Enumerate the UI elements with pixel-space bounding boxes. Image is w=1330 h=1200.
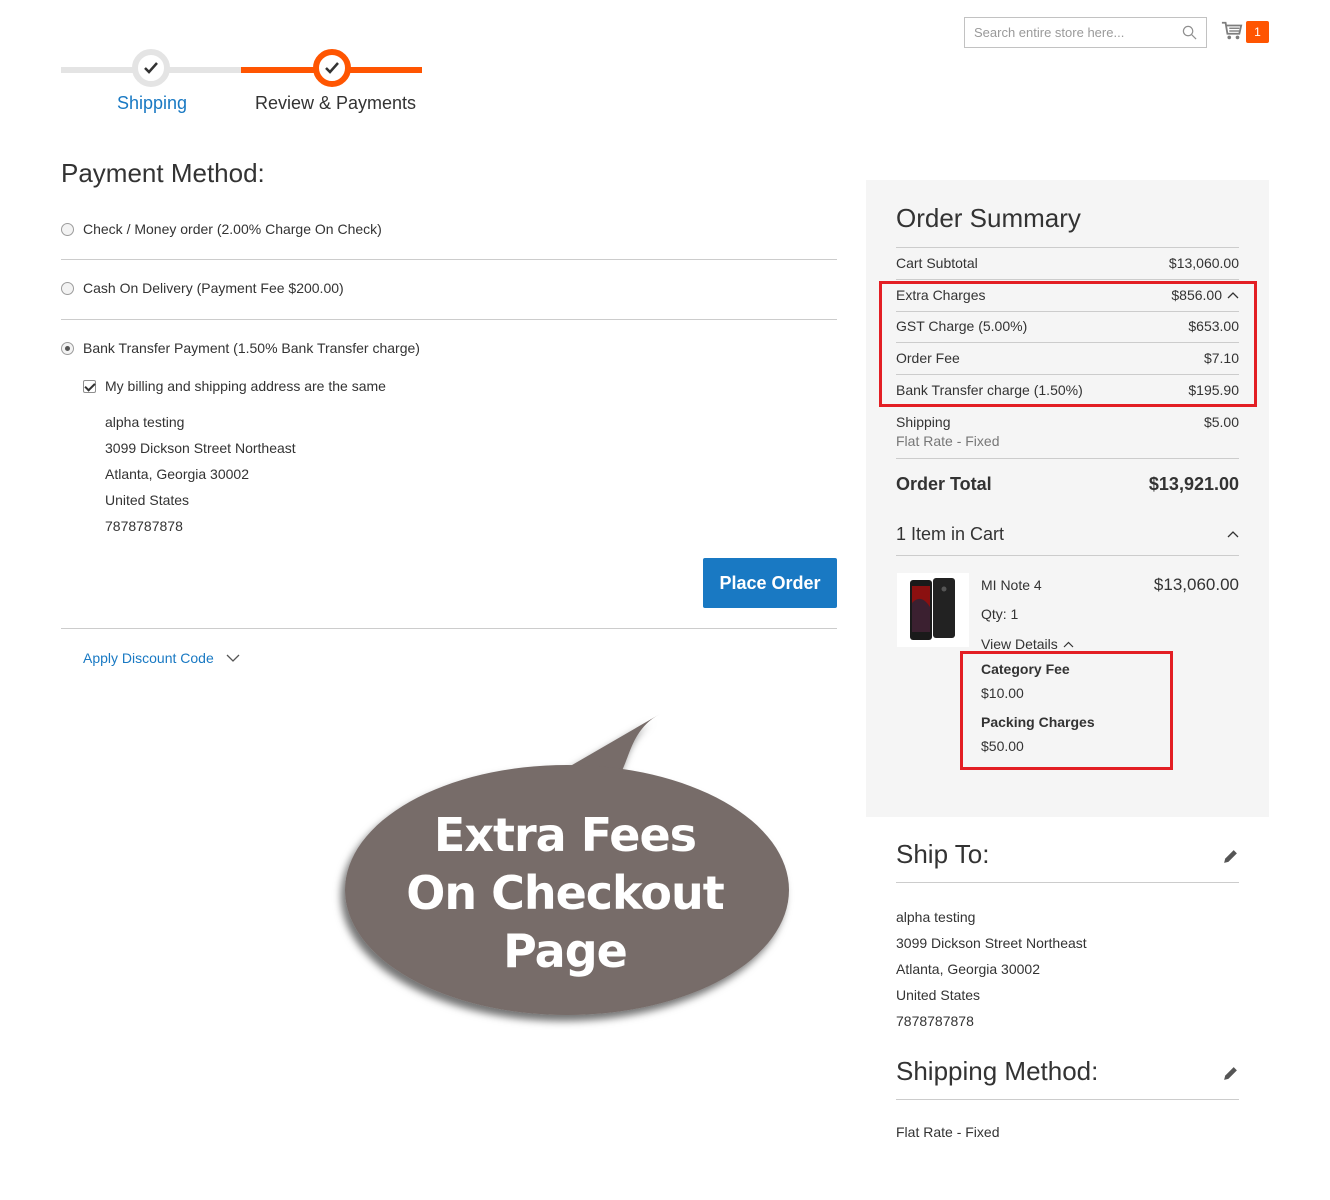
divider — [61, 628, 837, 629]
row-value: $13,921.00 — [1148, 474, 1239, 494]
shipping-method-note: Flat Rate - Fixed — [896, 433, 1000, 449]
apply-discount-label[interactable]: Apply Discount Code — [83, 650, 214, 666]
chevron-up-icon[interactable] — [1227, 524, 1239, 544]
address-line: Atlanta, Georgia 30002 — [105, 466, 249, 482]
items-in-cart-toggle[interactable]: 1 Item in Cart — [896, 524, 1239, 545]
cart-count-badge[interactable]: 1 — [1246, 21, 1269, 43]
chevron-up-icon[interactable] — [1063, 641, 1074, 648]
same-address-checkbox[interactable] — [83, 379, 96, 393]
pencil-icon[interactable] — [1222, 848, 1239, 865]
view-details-toggle[interactable]: View Details — [981, 636, 1074, 652]
radio-bank-transfer[interactable] — [61, 341, 74, 355]
divider — [896, 458, 1239, 459]
payment-option-check[interactable]: Check / Money order (2.00% Charge On Che… — [61, 221, 382, 237]
divider — [61, 259, 837, 260]
row-value: $5.00 — [1203, 414, 1239, 430]
cart-icon[interactable] — [1221, 20, 1243, 42]
address-line: 3099 Dickson Street Northeast — [105, 440, 296, 456]
row-label: Order Total — [896, 474, 992, 494]
shipping-method-title: Shipping Method: — [896, 1056, 1099, 1086]
shipping-row: Shipping $5.00 — [896, 414, 1239, 430]
row-value: $13,060.00 — [1168, 255, 1239, 271]
divider — [896, 555, 1239, 556]
address-line: 7878787878 — [896, 1013, 974, 1029]
order-summary-title: Order Summary — [896, 203, 1081, 233]
divider — [896, 247, 1239, 248]
product-thumbnail[interactable] — [897, 573, 969, 647]
address-line: alpha testing — [896, 909, 976, 925]
divider — [61, 319, 837, 320]
payment-method-title: Payment Method: — [61, 158, 265, 188]
shipping-method-value: Flat Rate - Fixed — [896, 1124, 1000, 1140]
view-details-label[interactable]: View Details — [981, 636, 1058, 652]
callout-line: Extra Fees — [433, 808, 697, 862]
payment-option-cod[interactable]: Cash On Delivery (Payment Fee $200.00) — [61, 280, 344, 296]
divider — [896, 279, 1239, 280]
product-name: MI Note 4 — [981, 577, 1042, 593]
checkmark-icon — [325, 62, 339, 74]
callout-line: Page — [503, 924, 628, 978]
product-qty: Qty: 1 — [981, 606, 1019, 622]
pencil-icon[interactable] — [1222, 1065, 1239, 1082]
ship-to-address: alpha testing 3099 Dickson Street Northe… — [896, 904, 1087, 1034]
item-fees-highlight — [960, 651, 1173, 770]
radio-cash-on-delivery[interactable] — [61, 281, 74, 295]
radio-check-money-order[interactable] — [61, 222, 74, 236]
address-line: United States — [105, 492, 190, 508]
payment-option-bank-transfer[interactable]: Bank Transfer Payment (1.50% Bank Transf… — [61, 340, 420, 356]
product-price: $13,060.00 — [1153, 575, 1239, 594]
payment-option-label: Check / Money order (2.00% Charge On Che… — [83, 221, 382, 237]
divider — [896, 882, 1239, 883]
ship-to-title: Ship To: — [896, 839, 990, 869]
row-label: Cart Subtotal — [896, 255, 978, 271]
extra-charges-highlight — [879, 281, 1257, 407]
divider — [896, 1099, 1239, 1100]
same-address-row[interactable]: My billing and shipping address are the … — [83, 378, 386, 394]
step-review-label: Review & Payments — [255, 93, 417, 113]
address-line: alpha testing — [105, 414, 185, 430]
step-shipping-label[interactable]: Shipping — [117, 93, 187, 114]
items-in-cart-label[interactable]: 1 Item in Cart — [896, 524, 1004, 545]
payment-option-label: Bank Transfer Payment (1.50% Bank Transf… — [83, 340, 420, 356]
phone-image — [910, 578, 955, 640]
callout-line: On Checkout — [406, 866, 725, 920]
address-line: United States — [896, 987, 981, 1003]
same-address-label: My billing and shipping address are the … — [105, 378, 386, 394]
apply-discount-toggle[interactable]: Apply Discount Code — [83, 650, 240, 666]
order-total-row: Order Total $13,921.00 — [896, 474, 1239, 495]
address-line: Atlanta, Georgia 30002 — [896, 961, 1040, 977]
payment-option-label: Cash On Delivery (Payment Fee $200.00) — [83, 280, 344, 296]
search-input[interactable] — [965, 18, 1170, 47]
callout-text: Extra Fees On Checkout Page — [395, 806, 735, 980]
search-box[interactable] — [964, 17, 1207, 48]
chevron-down-icon[interactable] — [226, 654, 240, 662]
checkmark-icon — [144, 62, 158, 74]
cart-subtotal-row: Cart Subtotal $13,060.00 — [896, 255, 1239, 271]
address-line: 3099 Dickson Street Northeast — [896, 935, 1087, 951]
step-review-marker — [313, 49, 351, 87]
address-line: 7878787878 — [105, 518, 183, 534]
row-label: Shipping — [896, 414, 951, 430]
search-icon[interactable] — [1182, 25, 1197, 40]
step-shipping-marker[interactable] — [132, 49, 170, 87]
place-order-button[interactable]: Place Order — [703, 558, 837, 608]
billing-address: alpha testing 3099 Dickson Street Northe… — [105, 409, 296, 539]
